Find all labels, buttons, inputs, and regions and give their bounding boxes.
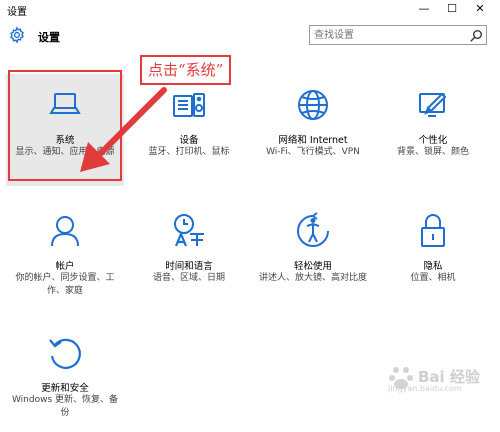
- tile-update-security[interactable]: 更新和安全 Windows 更新、恢复、备份: [6, 322, 124, 432]
- tile-network-desc: Wi-Fi、飞行模式、VPN: [266, 147, 360, 157]
- search-icon[interactable]: [469, 28, 483, 42]
- gear-icon: [8, 26, 26, 44]
- annotation-arrow: [80, 87, 167, 172]
- tile-privacy-name: 隐私: [423, 261, 443, 272]
- tile-ease-of-access[interactable]: 轻松使用 讲述人、放大镜、高对比度: [254, 200, 372, 310]
- tile-time-language-desc: 语音、区域、日期: [152, 273, 225, 283]
- keyboard-speaker-icon: [170, 86, 208, 124]
- tile-ease-of-access-desc: 讲述人、放大镜、高对比度: [258, 273, 367, 283]
- window-title: 设置: [7, 7, 27, 18]
- tile-network-name: 网络和 Internet: [278, 135, 348, 146]
- ease-of-access-icon: [294, 212, 332, 250]
- settings-header: 设置: [0, 18, 500, 54]
- tile-ease-of-access-name: 轻松使用: [293, 261, 332, 272]
- maximize-button[interactable]: ☐: [438, 0, 466, 18]
- watermark-url: jingyan.baidu.com: [388, 384, 462, 393]
- tile-accounts[interactable]: 帐户 你的帐户、同步设置、工作、家庭: [6, 200, 124, 310]
- search-box[interactable]: [309, 25, 487, 45]
- tile-accounts-desc: 你的帐户、同步设置、工作、家庭: [15, 273, 115, 296]
- tile-network[interactable]: 网络和 Internet Wi-Fi、飞行模式、VPN: [254, 74, 372, 184]
- tile-privacy[interactable]: 隐私 位置、相机: [374, 200, 492, 310]
- time-language-icon: [170, 212, 208, 250]
- globe-icon: [294, 86, 332, 124]
- tile-time-language[interactable]: 时间和语言 语音、区域、日期: [130, 200, 248, 310]
- paint-icon: [414, 86, 452, 124]
- lock-icon: [414, 212, 452, 250]
- window-controls: — ☐ ✕: [410, 0, 494, 18]
- tile-update-security-name: 更新和安全: [41, 383, 89, 394]
- page-title: 设置: [38, 31, 60, 44]
- search-input[interactable]: [314, 26, 464, 44]
- tile-personalization-name: 个性化: [418, 135, 448, 146]
- tile-personalization-desc: 背景、锁屏、颜色: [396, 147, 469, 157]
- close-button[interactable]: ✕: [466, 0, 494, 18]
- tile-personalization[interactable]: 个性化 背景、锁屏、颜色: [374, 74, 492, 184]
- tile-time-language-name: 时间和语言: [165, 261, 213, 272]
- watermark-logo: Bai 经验 jingyan.baidu.com: [382, 360, 492, 396]
- tile-accounts-name: 帐户: [55, 261, 75, 272]
- minimize-button[interactable]: —: [410, 0, 438, 18]
- title-bar: 设置 — ☐ ✕: [0, 0, 500, 18]
- person-icon: [46, 212, 84, 250]
- refresh-icon: [46, 334, 84, 372]
- tile-privacy-desc: 位置、相机: [410, 273, 456, 283]
